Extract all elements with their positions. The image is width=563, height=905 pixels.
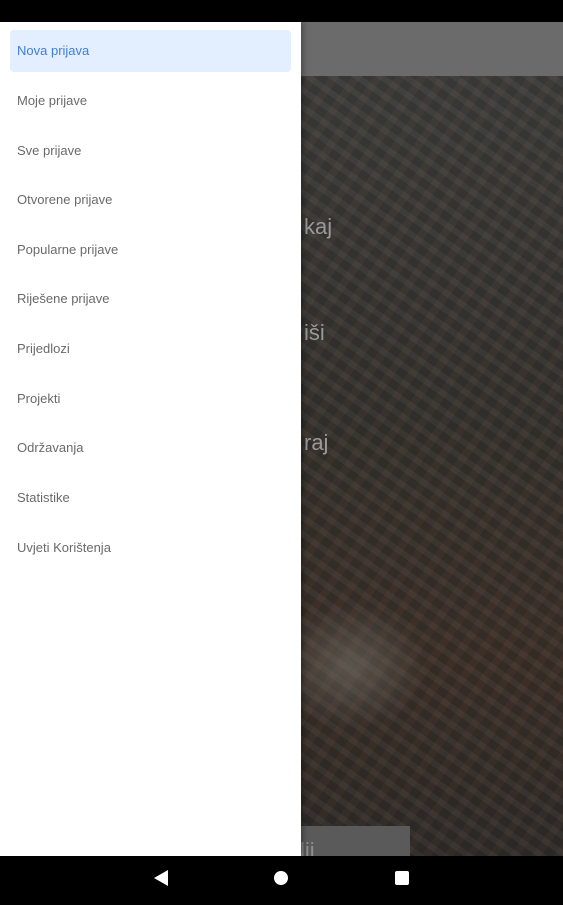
obscured-text-2: iši: [304, 320, 325, 345]
menu-item-otvorene-prijave[interactable]: Otvorene prijave: [10, 179, 291, 221]
menu-item-prijedlozi[interactable]: Prijedlozi: [10, 328, 291, 370]
menu-item-projekti[interactable]: Projekti: [10, 378, 291, 420]
menu-item-sve-prijave[interactable]: Sve prijave: [10, 130, 291, 172]
menu-item-uvjeti-koristenja[interactable]: Uvjeti Korištenja: [10, 527, 291, 569]
app-screen: kaj iši raj lji Nova prijava Moje prijav…: [0, 22, 563, 856]
home-icon: [274, 871, 288, 885]
navigation-drawer: Nova prijava Moje prijave Sve prijave Ot…: [0, 22, 301, 856]
menu-item-nova-prijava[interactable]: Nova prijava: [10, 30, 291, 72]
system-navigation-bar: [0, 856, 563, 900]
recents-button[interactable]: [380, 856, 424, 900]
obscured-text-3: raj: [304, 430, 329, 455]
home-button[interactable]: [259, 856, 303, 900]
menu-item-popularne-prijave[interactable]: Popularne prijave: [10, 229, 291, 271]
menu-item-rijesene-prijave[interactable]: Riješene prijave: [10, 278, 291, 320]
menu-item-statistike[interactable]: Statistike: [10, 477, 291, 519]
obscured-text-1: kaj: [304, 214, 333, 239]
menu-item-odrzavanja[interactable]: Održavanja: [10, 427, 291, 469]
back-icon: [154, 870, 168, 886]
menu-item-moje-prijave[interactable]: Moje prijave: [10, 80, 291, 122]
back-button[interactable]: [139, 856, 183, 900]
status-bar: [0, 0, 563, 22]
recents-icon: [395, 871, 409, 885]
